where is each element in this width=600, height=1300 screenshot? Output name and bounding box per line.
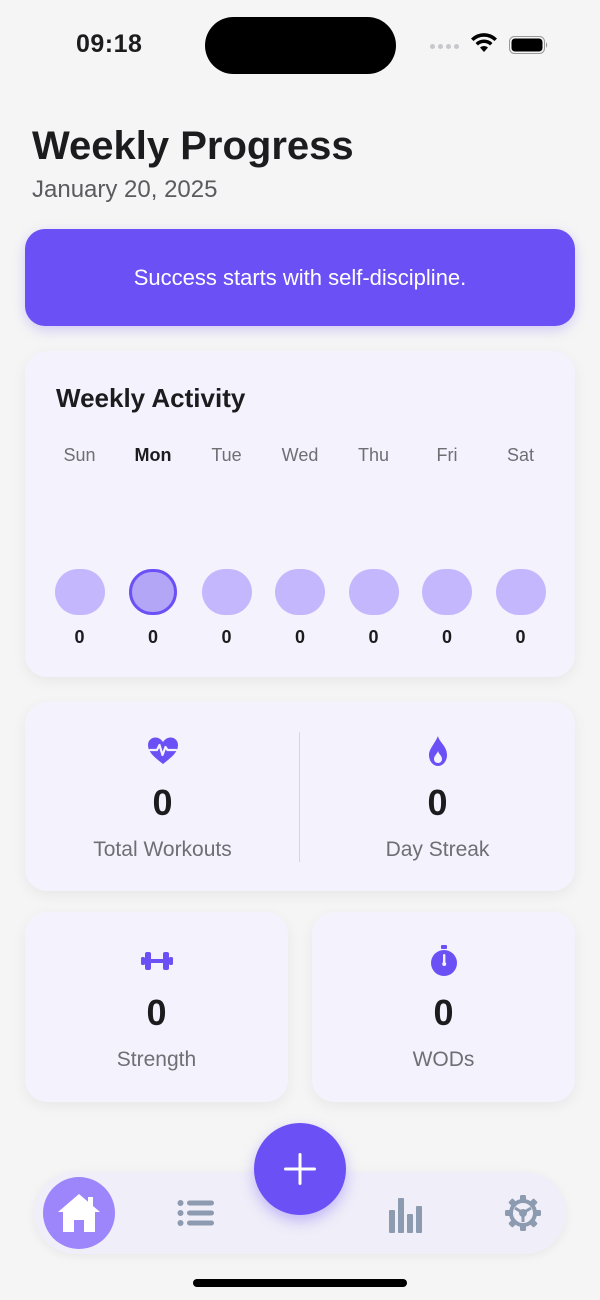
day-activity-dot [54,569,105,615]
total-workouts-stat[interactable]: 0 Total Workouts [25,702,300,891]
quote-banner: Success starts with self-discipline. [25,229,575,326]
day-label: Wed [281,445,319,465]
day-activity-dot [201,569,252,615]
day-streak-label: Day Streak [385,838,490,861]
stopwatch-icon [430,945,457,976]
day-label: Mon [134,445,172,465]
tab-settings[interactable] [488,1172,558,1254]
strength-value: 0 [146,992,167,1033]
add-workout-button[interactable] [254,1123,346,1215]
day-activity-dot [422,569,472,615]
dynamic-island [205,17,396,74]
day-count: 0 [74,627,85,647]
tab-statistics[interactable] [371,1172,441,1254]
day-mon[interactable]: Mon 0 [117,445,190,648]
day-label: Tue [211,445,242,465]
status-bar: 09:18 [0,0,600,90]
day-tue[interactable]: Tue 0 [190,445,263,648]
day-label: Sun [63,445,96,465]
page-title: Weekly Progress [32,124,354,168]
day-sun[interactable]: Sun 0 [43,445,116,648]
day-label: Thu [357,445,390,465]
list-icon [177,1200,214,1226]
day-activity-dot [495,569,546,615]
day-activity-dot [129,569,177,615]
tab-workouts-list[interactable] [161,1172,231,1254]
day-streak-value: 0 [427,782,448,823]
day-fri[interactable]: Fri 0 [411,445,484,648]
wods-label: WODs [412,1048,475,1071]
day-count: 0 [368,627,379,647]
heart-pulse-icon [147,737,178,764]
wods-card[interactable]: 0 WODs [312,912,575,1102]
summary-stats-card: 0 Total Workouts 0 Day Streak [25,702,575,891]
strength-card[interactable]: 0 Strength [25,912,288,1102]
total-workouts-value: 0 [152,782,173,823]
battery-icon [509,36,548,54]
weekday-list: Sun 0 Mon 0 Tue 0 Wed 0 Thu 0 Fri 0 Sat … [43,445,557,648]
home-indicator[interactable] [193,1279,407,1287]
day-count: 0 [441,627,452,647]
day-label: Fri [436,445,458,465]
day-count: 0 [294,627,305,647]
day-wed[interactable]: Wed 0 [264,445,337,648]
day-label: Sat [506,445,535,465]
dumbbell-icon [140,952,173,970]
wifi-icon [471,33,497,52]
weekly-activity-card: Weekly Activity Sun 0 Mon 0 Tue 0 Wed 0 … [25,351,575,677]
wods-value: 0 [433,992,454,1033]
day-thu[interactable]: Thu 0 [337,445,410,648]
day-count: 0 [147,627,158,647]
status-time: 09:18 [76,30,143,58]
tab-home-active-indicator [43,1177,115,1249]
flame-icon [428,736,447,766]
day-activity-dot [348,569,399,615]
day-count: 0 [221,627,232,647]
chart-icon [389,1198,422,1233]
page-date: January 20, 2025 [32,176,218,203]
tab-home[interactable] [42,1172,116,1254]
total-workouts-label: Total Workouts [93,838,232,861]
quote-text: Success starts with self-discipline. [133,264,467,290]
strength-label: Strength [116,1048,197,1071]
day-streak-stat[interactable]: 0 Day Streak [300,702,575,891]
weekly-activity-title: Weekly Activity [56,383,246,413]
cellular-signal-icon [430,44,459,49]
day-activity-dot [275,569,325,615]
gear-icon [505,1195,541,1231]
home-icon [58,1194,100,1232]
day-sat[interactable]: Sat 0 [484,445,557,648]
plus-icon [284,1153,316,1185]
day-count: 0 [515,627,526,647]
